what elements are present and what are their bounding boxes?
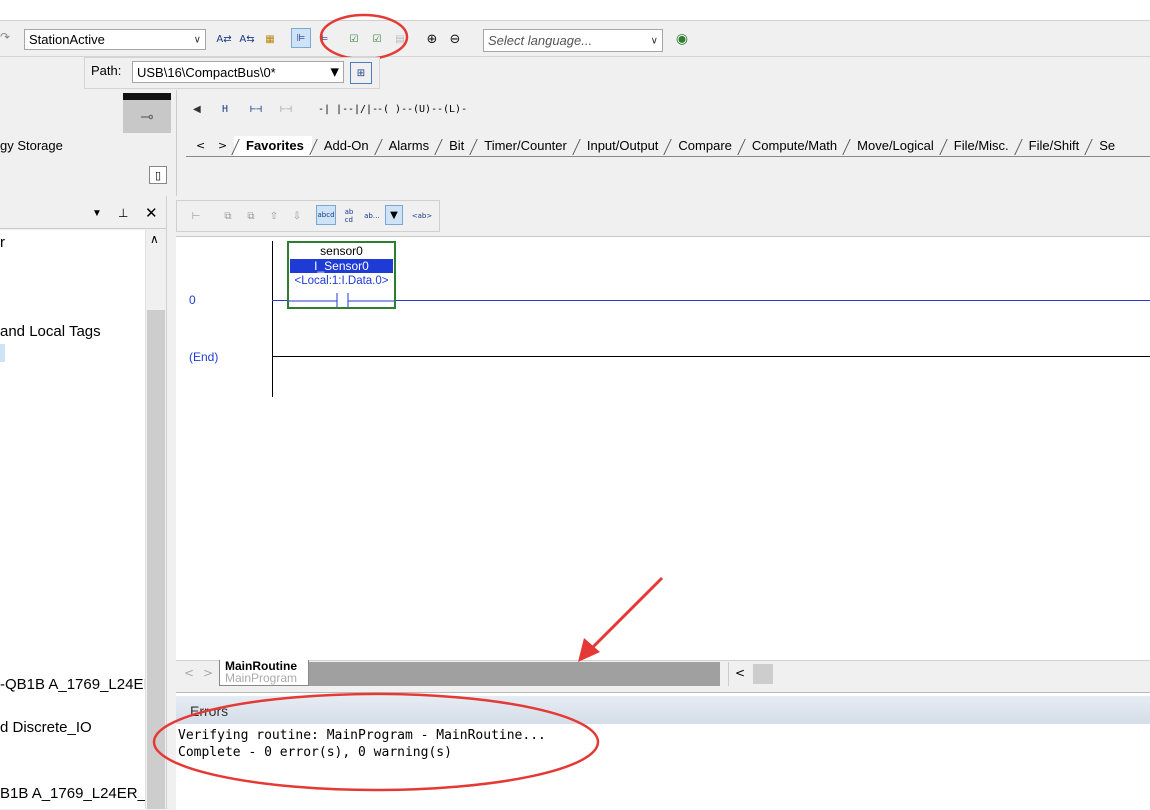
organizer-dropdown-icon[interactable]: ▼ [92, 208, 102, 219]
rung-number: 0 [189, 293, 196, 307]
dropdown-arrow-icon: ▼ [330, 65, 339, 79]
chevron-down-icon: ∨ [193, 34, 201, 45]
contact-symbol [289, 293, 394, 307]
top-white-strip [0, 0, 1150, 21]
show-tag-icon[interactable]: ab cd [339, 206, 359, 226]
controller-image: ⊸ [123, 93, 171, 133]
path-combo[interactable]: USB\16\CompactBus\0* ▼ [132, 61, 344, 83]
globe-icon[interactable]: ◉ [672, 29, 692, 49]
move-up-icon[interactable]: ⇧ [264, 206, 284, 226]
tab-favorites[interactable]: Favorites [234, 136, 312, 156]
tab-alarms[interactable]: Alarms [377, 136, 437, 156]
hscroll-thumb[interactable] [753, 664, 773, 684]
scroll-up-icon[interactable]: ∧ [150, 232, 159, 246]
close-icon[interactable]: ✕ [145, 204, 158, 222]
tabs-scroll-left[interactable]: < [196, 139, 205, 152]
tabs-scroll-right[interactable]: > [218, 139, 227, 152]
path-label: Path: [91, 63, 122, 78]
tab-input-output[interactable]: Input/Output [575, 136, 667, 156]
tree-item[interactable]: -QB1B A_1769_L24EI [0, 676, 145, 693]
instruction-address: <Local:1:I.Data.0> [294, 275, 389, 287]
redo-icon[interactable]: ↷ [0, 30, 10, 44]
end-label: (End) [189, 350, 219, 364]
network-icon[interactable]: ⊞ [350, 62, 372, 84]
rung-icon[interactable]: ⊢ [186, 206, 206, 226]
tree-item[interactable]: r [0, 234, 5, 251]
tree-item[interactable]: B1B A_1769_L24ER_C [0, 785, 145, 802]
horizontal-scrollbar[interactable]: < [728, 662, 1150, 686]
copy-icon[interactable]: ⧉ [218, 206, 238, 226]
palette-left-arrow[interactable]: ◀ [193, 104, 201, 115]
move-down-icon[interactable]: ⇩ [287, 206, 307, 226]
instruction-tabs: Favorites Add-On Alarms Bit Timer/Counte… [234, 136, 1150, 156]
tab-file-misc[interactable]: File/Misc. [942, 136, 1017, 156]
organizer-header [0, 202, 166, 229]
tab-mainroutine[interactable]: MainRoutine MainProgram [219, 660, 309, 686]
xic-icon[interactable]: -| |- [318, 104, 348, 115]
tree-item-selected-marker [0, 344, 5, 362]
chevron-down-icon: ∨ [650, 35, 658, 46]
station-value: StationActive [29, 32, 105, 47]
xio-icon[interactable]: -|/|- [348, 104, 378, 115]
show-description-icon[interactable]: abcd [316, 205, 336, 225]
tab-more[interactable]: Se [1087, 136, 1123, 156]
branch-level-icon[interactable]: ⊢⊣ [280, 104, 292, 115]
branch-start-icon[interactable]: ⊢⊣ [250, 104, 262, 115]
left-power-rail [272, 241, 273, 397]
cross-reference-icon[interactable]: A⇄ [214, 29, 234, 49]
path-value: USB\16\CompactBus\0* [137, 64, 276, 80]
xic-instruction[interactable]: sensor0 I_Sensor0 <Local:1:I.Data.0> [287, 241, 396, 309]
tab-compare[interactable]: Compare [666, 136, 739, 156]
instruction-description: sensor0 [320, 244, 363, 258]
tag-options-icon[interactable]: ab… [362, 206, 382, 226]
rung-line [272, 300, 1150, 301]
tabs-underline [186, 156, 1150, 157]
end-rung-line [272, 356, 1150, 357]
tab-file-shift[interactable]: File/Shift [1017, 136, 1088, 156]
tree-item[interactable]: and Local Tags [0, 323, 101, 340]
tab-bit[interactable]: Bit [437, 136, 472, 156]
energy-storage-label: gy Storage [0, 138, 63, 153]
station-combo[interactable]: StationActive ∨ [24, 29, 206, 50]
tab-compute-math[interactable]: Compute/Math [740, 136, 845, 156]
find-icon[interactable]: A⇆ [237, 29, 257, 49]
zoom-in-icon[interactable]: ⊕ [422, 29, 442, 49]
battery-icon[interactable]: ▯ [149, 166, 167, 184]
branch-icon[interactable]: H [222, 104, 228, 115]
annotation-arrow [578, 576, 664, 662]
otu-icon[interactable]: -(U)- [407, 104, 437, 115]
annotation-ellipse-errors [152, 692, 600, 792]
language-placeholder: Select language... [488, 33, 593, 48]
zoom-out-icon[interactable]: ⊖ [445, 29, 465, 49]
tab-add-on[interactable]: Add-On [312, 136, 377, 156]
ote-icon[interactable]: -( )- [377, 104, 407, 115]
paste-icon[interactable]: ⧉ [241, 206, 261, 226]
tab-move-logical[interactable]: Move/Logical [845, 136, 942, 156]
program-name: MainProgram [225, 671, 298, 685]
organizer-tree: r and Local Tags -QB1B A_1769_L24EI d Di… [0, 230, 145, 809]
routine-tabs-left[interactable]: < [184, 666, 194, 680]
browse-logic-icon[interactable]: ▦ [260, 29, 280, 49]
controller-organizer-icon[interactable]: ⊫ [291, 28, 311, 48]
instruction-tag[interactable]: I_Sensor0 [290, 259, 393, 273]
scroll-left-icon[interactable]: < [735, 666, 745, 680]
routine-tabs-right[interactable]: > [203, 666, 213, 680]
pin-icon[interactable]: ⊥ [118, 206, 128, 220]
tree-item[interactable]: d Discrete_IO [0, 719, 92, 736]
annotation-ellipse-toolbar [319, 13, 409, 61]
otl-icon[interactable]: -(L)- [437, 104, 467, 115]
tag-options-dropdown-icon[interactable]: ▼ [385, 205, 403, 225]
tab-timer-counter[interactable]: Timer/Counter [472, 136, 575, 156]
language-combo[interactable]: Select language... ∨ [483, 29, 663, 52]
ab-tag-icon[interactable]: <ab> [412, 206, 432, 226]
